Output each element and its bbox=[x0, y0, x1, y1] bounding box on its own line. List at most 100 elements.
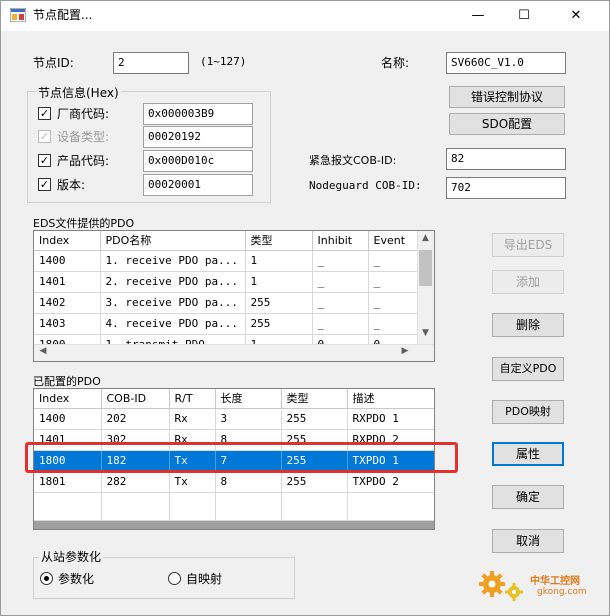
column-header[interactable]: Index bbox=[34, 389, 102, 409]
delete-button[interactable]: 删除 bbox=[492, 313, 564, 337]
minimize-button[interactable]: — bbox=[455, 1, 501, 31]
column-header[interactable]: Index bbox=[34, 231, 101, 251]
emcy-cobid-label: 紧急报文COB-ID: bbox=[309, 154, 397, 167]
scroll-right-icon[interactable]: ▶ bbox=[398, 346, 412, 359]
table-cell: 1 bbox=[245, 271, 313, 293]
scroll-left-icon[interactable]: ◀ bbox=[36, 346, 50, 359]
slave-params-title: 从站参数化 bbox=[39, 548, 104, 565]
add-button[interactable]: 添加 bbox=[492, 270, 564, 294]
column-header[interactable]: 类型 bbox=[245, 231, 313, 251]
table-row[interactable]: 1801 282 Tx 8 255 TXPDO 2 bbox=[34, 471, 434, 493]
parameterize-radio[interactable] bbox=[40, 572, 53, 585]
product-code-checkbox[interactable]: ✓ bbox=[38, 154, 51, 167]
table-cell: 282 bbox=[101, 471, 170, 493]
ok-button[interactable]: 确定 bbox=[492, 485, 564, 509]
pdo-mapping-button[interactable]: PDO映射 bbox=[492, 400, 564, 424]
product-code-label: 产品代码: bbox=[57, 154, 110, 168]
eds-pdo-header-row: Index PDO名称 类型 Inhibit Event bbox=[34, 231, 419, 251]
properties-button[interactable]: 属性 bbox=[492, 442, 564, 466]
column-header[interactable]: R/T bbox=[169, 389, 216, 409]
table-cell: 4. receive PDO pa... bbox=[100, 313, 246, 335]
column-header[interactable]: PDO名称 bbox=[100, 231, 246, 251]
app-icon bbox=[10, 8, 26, 22]
table-row[interactable]: 1401 2. receive PDO pa... 1 _ _ bbox=[34, 271, 419, 293]
product-code-value: 0x000D010c bbox=[143, 150, 253, 172]
table-cell: RXPDO 1 bbox=[347, 408, 434, 430]
table-cell: 1400 bbox=[34, 408, 102, 430]
name-input[interactable]: SV660C_V1.0 bbox=[446, 52, 566, 74]
table-cell: _ bbox=[312, 250, 369, 272]
export-eds-button[interactable]: 导出EDS bbox=[492, 233, 564, 257]
column-header[interactable]: Event bbox=[368, 231, 419, 251]
scroll-up-icon[interactable]: ▲ bbox=[417, 233, 434, 247]
sdo-config-button[interactable]: SDO配置 bbox=[449, 113, 565, 135]
table-cell: 3 bbox=[215, 408, 282, 430]
window-title: 节点配置... bbox=[33, 8, 93, 22]
table-row[interactable]: 1400 202 Rx 3 255 RXPDO 1 bbox=[34, 408, 434, 430]
table-cell: 1400 bbox=[34, 250, 101, 272]
table-cell: 8 bbox=[215, 471, 282, 493]
table-row-empty bbox=[34, 492, 434, 521]
version-value: 00020001 bbox=[143, 174, 253, 196]
eds-horizontal-scrollbar[interactable] bbox=[34, 344, 434, 361]
watermark-url: gkong.com bbox=[537, 587, 587, 597]
selected-row-highlight-box bbox=[25, 442, 458, 473]
table-cell: 1. receive PDO pa... bbox=[100, 250, 246, 272]
table-cell: 1401 bbox=[34, 271, 101, 293]
table-cell: _ bbox=[368, 250, 419, 272]
table-cell: _ bbox=[368, 313, 419, 335]
column-header[interactable]: 类型 bbox=[281, 389, 348, 409]
device-type-checkbox: ✓ bbox=[38, 130, 51, 143]
node-id-input[interactable]: 2 bbox=[113, 52, 189, 74]
table-row[interactable]: 1402 3. receive PDO pa... 255 _ _ bbox=[34, 292, 419, 314]
watermark-text: 中华工控网 bbox=[530, 576, 580, 587]
table-cell: _ bbox=[312, 271, 369, 293]
configured-pdo-bottom-bar bbox=[34, 521, 434, 529]
error-control-protocol-button[interactable]: 错误控制协议 bbox=[449, 86, 565, 108]
cancel-button[interactable]: 取消 bbox=[492, 529, 564, 553]
table-cell bbox=[34, 492, 102, 521]
self-mapping-radio[interactable] bbox=[168, 572, 181, 585]
table-cell: 1403 bbox=[34, 313, 101, 335]
table-cell: 255 bbox=[245, 313, 313, 335]
node-id-label: 节点ID: bbox=[33, 56, 74, 70]
version-label: 版本: bbox=[57, 178, 86, 192]
table-cell: 1402 bbox=[34, 292, 101, 314]
vertical-scroll-thumb[interactable] bbox=[419, 250, 432, 286]
table-cell bbox=[347, 492, 434, 521]
vendor-code-label: 厂商代码: bbox=[57, 107, 110, 121]
table-cell: 255 bbox=[245, 292, 313, 314]
table-cell: _ bbox=[312, 292, 369, 314]
column-header[interactable]: COB-ID bbox=[101, 389, 170, 409]
eds-pdo-table: Index PDO名称 类型 Inhibit Event 1400 1. rec… bbox=[34, 231, 419, 356]
close-button[interactable]: ✕ bbox=[553, 1, 599, 31]
table-cell: _ bbox=[368, 292, 419, 314]
table-cell: Rx bbox=[169, 408, 216, 430]
table-cell bbox=[169, 492, 216, 521]
name-label: 名称: bbox=[381, 56, 410, 70]
vendor-code-checkbox[interactable]: ✓ bbox=[38, 107, 51, 120]
table-cell: Tx bbox=[169, 471, 216, 493]
custom-pdo-button[interactable]: 自定义PDO bbox=[492, 357, 564, 381]
version-checkbox[interactable]: ✓ bbox=[38, 178, 51, 191]
column-header[interactable]: 长度 bbox=[215, 389, 282, 409]
configured-pdo-title: 已配置的PDO bbox=[33, 375, 101, 388]
scroll-down-icon[interactable]: ▼ bbox=[417, 328, 434, 342]
table-cell: 1 bbox=[245, 250, 313, 272]
table-cell: TXPDO 2 bbox=[347, 471, 434, 493]
table-cell: _ bbox=[368, 271, 419, 293]
table-cell bbox=[101, 492, 170, 521]
vendor-code-value: 0x000003B9 bbox=[143, 103, 253, 125]
column-header[interactable]: 描述 bbox=[347, 389, 434, 409]
emcy-cobid-input[interactable]: 82 bbox=[446, 148, 566, 170]
nodeguard-cobid-input[interactable]: 702 bbox=[446, 177, 566, 199]
node-info-title: 节点信息(Hex) bbox=[36, 84, 121, 101]
column-header[interactable]: Inhibit bbox=[312, 231, 369, 251]
eds-pdo-title: EDS文件提供的PDO bbox=[33, 217, 135, 230]
table-row[interactable]: 1403 4. receive PDO pa... 255 _ _ bbox=[34, 313, 419, 335]
table-row[interactable]: 1400 1. receive PDO pa... 1 _ _ bbox=[34, 250, 419, 272]
maximize-button[interactable]: ☐ bbox=[501, 1, 547, 31]
self-mapping-label: 自映射 bbox=[186, 572, 223, 586]
table-cell: 202 bbox=[101, 408, 170, 430]
eds-pdo-list[interactable]: Index PDO名称 类型 Inhibit Event 1400 1. rec… bbox=[33, 230, 435, 362]
